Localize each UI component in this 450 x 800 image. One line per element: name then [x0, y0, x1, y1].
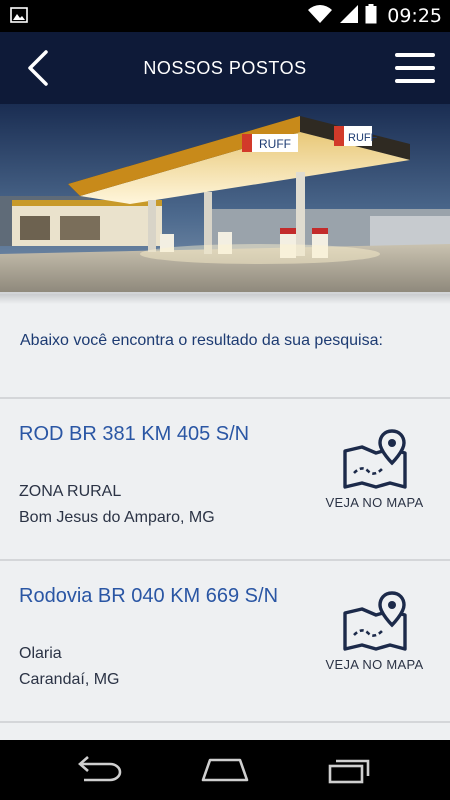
- system-nav-bar: [0, 740, 450, 800]
- map-pin-icon: [342, 429, 407, 489]
- result-city: Bom Jesus do Amparo, MG: [19, 509, 215, 526]
- hero-image: RUFF RUFF: [0, 104, 450, 292]
- view-on-map-button[interactable]: VEJA NO MAPA: [317, 591, 432, 691]
- home-icon: [201, 758, 249, 782]
- app-bar: NOSSOS POSTOS: [0, 32, 450, 104]
- menu-button[interactable]: [394, 50, 436, 86]
- search-intro-text: Abaixo você encontra o resultado da sua …: [0, 304, 450, 399]
- back-icon: [78, 756, 122, 782]
- result-city: Carandaí, MG: [19, 671, 120, 688]
- result-district: Olaria: [19, 645, 62, 662]
- view-on-map-label: VEJA NO MAPA: [325, 495, 424, 510]
- back-button[interactable]: [20, 48, 60, 88]
- page-title: NOSSOS POSTOS: [143, 58, 307, 78]
- view-on-map-button[interactable]: VEJA NO MAPA: [317, 429, 432, 529]
- nav-back-button[interactable]: [70, 754, 130, 786]
- svg-text:RUFF: RUFF: [348, 132, 378, 144]
- recents-icon: [328, 759, 370, 784]
- nav-home-button[interactable]: [195, 754, 255, 786]
- result-item: ROD BR 381 KM 405 S/N ZONA RURAL Bom Jes…: [0, 399, 450, 561]
- wifi-icon: [307, 4, 333, 29]
- hamburger-menu-icon: [395, 53, 435, 83]
- battery-icon: [365, 3, 377, 29]
- result-address: ROD BR 381 KM 405 S/N: [19, 423, 250, 445]
- image-notification-icon: [10, 7, 28, 28]
- divider: [0, 292, 450, 304]
- result-district: ZONA RURAL: [19, 483, 122, 500]
- chevron-left-icon: [28, 50, 48, 86]
- view-on-map-label: VEJA NO MAPA: [325, 657, 424, 672]
- result-item: Rodovia BR 040 KM 669 S/N Olaria Caranda…: [0, 561, 450, 723]
- clock: 09:25: [387, 5, 442, 27]
- map-pin-icon: [342, 591, 407, 651]
- svg-text:RUFF: RUFF: [259, 137, 291, 151]
- results-content: Abaixo você encontra o resultado da sua …: [0, 292, 450, 740]
- status-bar: 09:25: [0, 0, 450, 32]
- result-address: Rodovia BR 040 KM 669 S/N: [19, 585, 279, 607]
- signal-icon: [339, 4, 359, 29]
- nav-recents-button[interactable]: [320, 754, 380, 786]
